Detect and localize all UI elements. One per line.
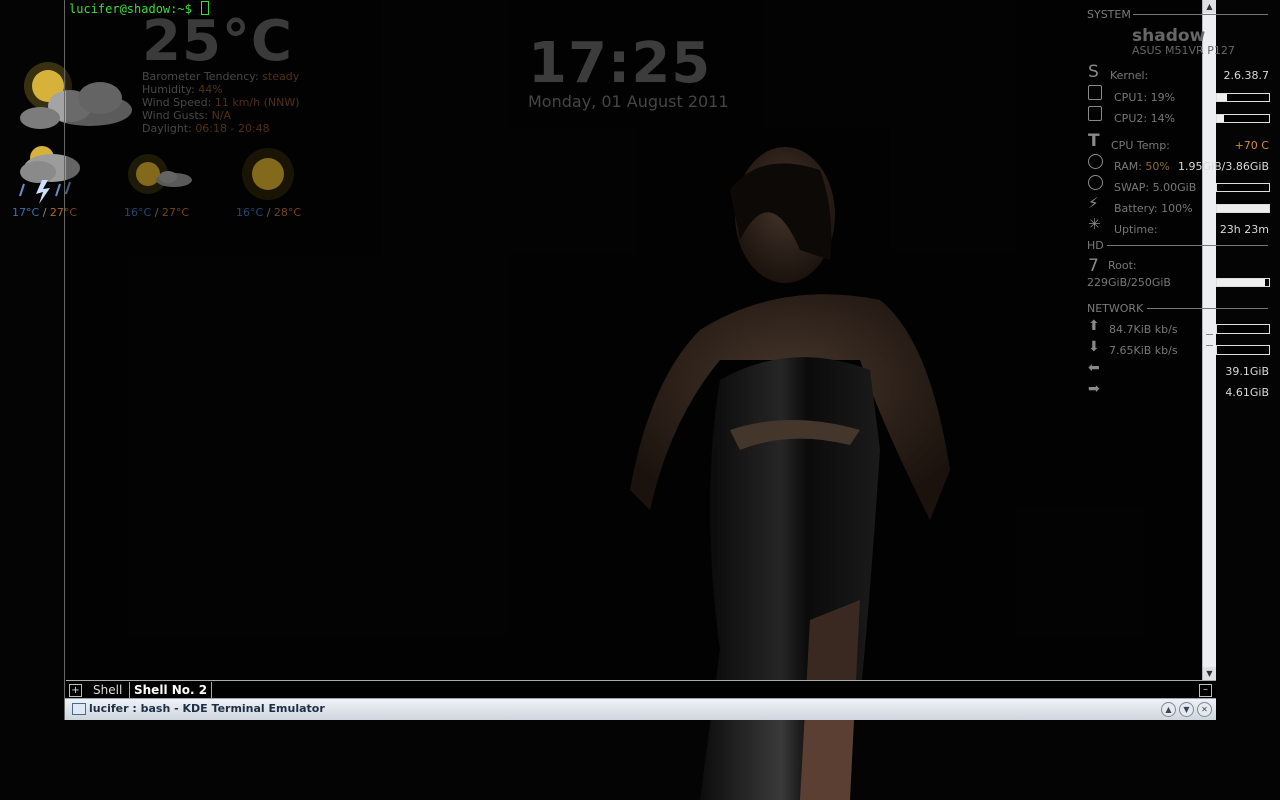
divider <box>1133 14 1268 15</box>
battery-bar-fill <box>1217 205 1269 212</box>
cpu1-label: CPU1: 19% <box>1114 91 1176 104</box>
ram-label: RAM: 50% <box>1114 160 1170 173</box>
total-sent: 4.61GiB <box>1225 386 1269 399</box>
kernel-value: 2.6.38.7 <box>1223 69 1269 82</box>
terminal-window[interactable]: lucifer@shadow:~$ ▲ ▼ + Shell Shell No. … <box>64 0 1216 720</box>
tab-shell[interactable]: Shell <box>89 682 126 698</box>
root-value: 229GiB/250GiB <box>1087 276 1171 289</box>
battery-icon: ⚡ <box>1088 194 1099 212</box>
terminal-text-area[interactable]: lucifer@shadow:~$ <box>66 0 1202 680</box>
swap-icon <box>1088 175 1103 190</box>
upload-speed: 84.7KiB kb/s <box>1109 323 1178 336</box>
cpu2-label: CPU2: 14% <box>1114 112 1176 125</box>
root-bar <box>1216 278 1270 287</box>
scroll-down-icon[interactable]: ▼ <box>1203 667 1216 680</box>
upload-graph <box>1216 324 1270 334</box>
cpu1-bar-fill <box>1217 94 1227 101</box>
text-cursor <box>201 1 210 15</box>
root-bar-fill <box>1217 279 1265 286</box>
system-monitor: SYSTEM shadow ASUS M51VR P127 S Kernel: … <box>1087 0 1280 400</box>
section-network-title: NETWORK <box>1087 302 1144 315</box>
battery-label: Battery: 100% <box>1114 202 1193 215</box>
terminal-app-icon[interactable] <box>72 703 86 715</box>
host-model: ASUS M51VR P127 <box>1132 44 1235 57</box>
minimize-icon[interactable]: ▼ <box>1179 702 1194 717</box>
uptime-label: Uptime: <box>1114 223 1158 236</box>
terminal-tab-bar: + Shell Shell No. 2 – <box>66 680 1216 699</box>
cpu-temp-label: CPU Temp: <box>1111 139 1170 152</box>
cpu2-bar-fill <box>1217 115 1225 122</box>
disk-icon: 7 <box>1088 256 1099 276</box>
upload-arrow-icon: ⬆ <box>1088 318 1100 334</box>
window-titlebar[interactable]: lucifer : bash - KDE Terminal Emulator ▲… <box>65 698 1216 720</box>
hostname: shadow <box>1132 26 1206 46</box>
cpu-icon <box>1088 106 1102 121</box>
uptime-icon: ✳ <box>1088 215 1101 233</box>
uptime-value: 23h 23m <box>1219 223 1269 236</box>
ram-value: 1.95GiB/3.86GiB <box>1178 160 1269 173</box>
shell-prompt: lucifer@shadow:~$ <box>69 1 210 16</box>
kernel-label: Kernel: <box>1110 69 1149 82</box>
temperature-icon: T <box>1088 131 1100 151</box>
keep-above-icon[interactable]: ▲ <box>1161 702 1176 717</box>
divider <box>1147 308 1268 309</box>
total-received: 39.1GiB <box>1225 365 1269 378</box>
cpu2-bar <box>1216 114 1270 123</box>
root-label: Root: <box>1108 259 1137 272</box>
swap-bar <box>1216 183 1270 192</box>
close-tab-icon[interactable]: – <box>1199 684 1212 697</box>
download-graph <box>1216 345 1270 355</box>
section-system-title: SYSTEM <box>1087 8 1131 21</box>
cpu-temp-value: +70 C <box>1234 139 1269 152</box>
download-arrow-icon: ⬇ <box>1088 339 1100 355</box>
cpu-icon <box>1088 85 1102 100</box>
cpu1-bar <box>1216 93 1270 102</box>
kernel-icon: S <box>1088 62 1099 82</box>
ram-icon <box>1088 154 1103 169</box>
divider <box>1107 245 1268 246</box>
received-arrow-icon: ⬅ <box>1088 360 1100 376</box>
new-tab-icon[interactable]: + <box>69 684 82 697</box>
battery-bar <box>1216 204 1270 213</box>
section-hd-title: HD <box>1087 239 1104 252</box>
sent-arrow-icon: ➡ <box>1088 381 1100 397</box>
swap-label: SWAP: 5.00GiB <box>1114 181 1197 194</box>
download-speed: 7.65KiB kb/s <box>1109 344 1178 357</box>
close-icon[interactable]: ✕ <box>1197 702 1212 717</box>
window-title: lucifer : bash - KDE Terminal Emulator <box>89 702 325 715</box>
tab-shell-no-2[interactable]: Shell No. 2 <box>129 682 213 698</box>
